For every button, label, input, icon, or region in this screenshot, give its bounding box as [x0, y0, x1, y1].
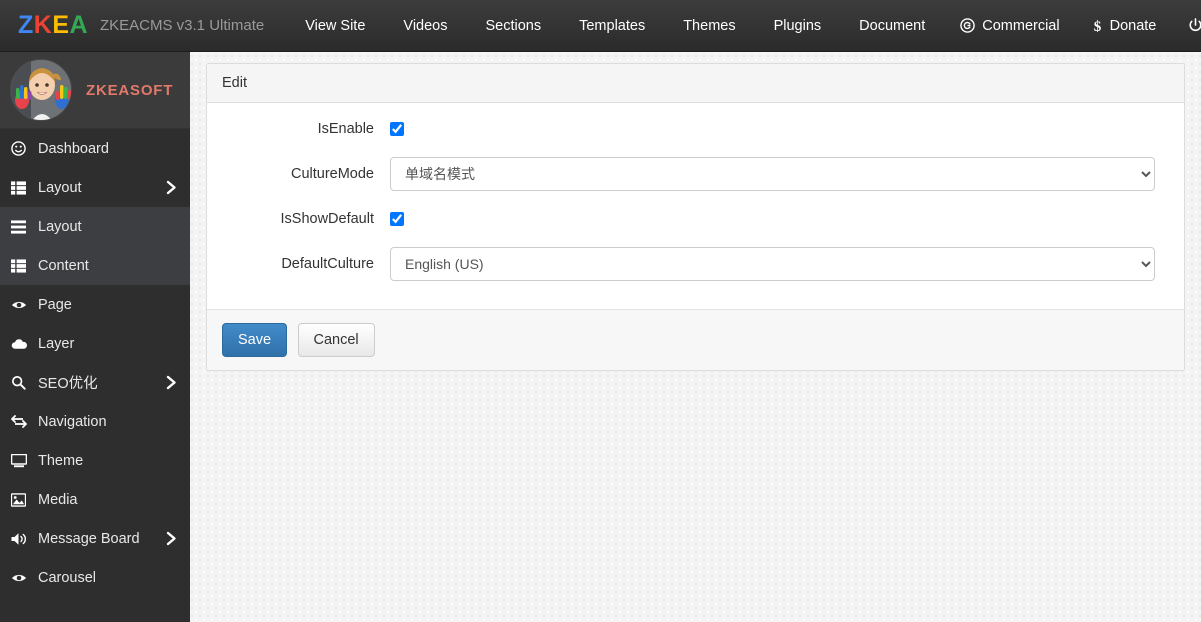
top-navbar: ZKEA ZKEACMS v3.1 Ultimate View Site Vid… [0, 0, 1201, 52]
image-icon [11, 492, 31, 507]
culturemode-select[interactable]: 单域名模式 [390, 157, 1155, 191]
sidebar-item-media[interactable]: Media [0, 480, 190, 519]
search-icon [11, 375, 31, 390]
panel-title: Edit [207, 64, 1184, 103]
app-version-label: ZKEACMS v3.1 Ultimate [100, 17, 265, 34]
dashboard-icon [11, 141, 31, 156]
sidebar-item-seo-label: SEO优化 [38, 376, 98, 392]
brand-letter-k: K [33, 11, 53, 39]
sidebar-item-dashboard-label: Dashboard [38, 140, 109, 157]
sidebar-item-seo[interactable]: SEO优化 [0, 363, 190, 402]
sidebar-item-page-label: Page [38, 296, 72, 313]
sidebar-item-dashboard[interactable]: Dashboard [0, 129, 190, 168]
cancel-button[interactable]: Cancel [297, 323, 375, 358]
panel-footer: Save Cancel [207, 309, 1184, 371]
sidebar-subitem-content-label: Content [38, 257, 89, 274]
isshowdefault-checkbox[interactable] [390, 212, 404, 226]
sidebar-menu-secondary: Page Layer SEO优化 Navigation Theme Media … [0, 285, 190, 597]
defaultculture-select[interactable]: English (US) [390, 247, 1155, 281]
sidebar-item-message-board[interactable]: Message Board [0, 519, 190, 558]
sidebar: ZKEASOFT Dashboard Layout Layout Content… [0, 52, 190, 622]
form-row-isshowdefault: IsShowDefault [222, 211, 1169, 227]
chevron-right-icon [165, 180, 178, 195]
nav-item-donate[interactable]: $ Donate [1076, 0, 1173, 52]
brand-letter-a: A [69, 11, 89, 39]
form-row-defaultculture: DefaultCulture English (US) [222, 247, 1169, 281]
profile-name: ZKEASOFT [86, 81, 174, 99]
sidebar-submenu-layout: Layout Content [0, 207, 190, 285]
nav-item-commercial[interactable]: Commercial [944, 0, 1075, 52]
power-off-icon [1188, 18, 1201, 33]
dollar-icon: $ [1092, 18, 1103, 34]
sidebar-subitem-content[interactable]: Content [0, 246, 190, 285]
sidebar-subitem-layout[interactable]: Layout [0, 207, 190, 246]
copyright-icon [960, 18, 976, 33]
nav-item-templates[interactable]: Templates [560, 0, 664, 52]
sidebar-item-carousel-label: Carousel [38, 569, 97, 586]
label-isshowdefault: IsShowDefault [280, 211, 375, 227]
nav-item-sign-out[interactable]: Sign Out [1172, 0, 1201, 52]
brand-letter-z: Z [18, 11, 34, 39]
form-row-culturemode: CultureMode 单域名模式 [222, 157, 1169, 191]
cloud-icon [11, 338, 31, 350]
th-list-icon [11, 180, 31, 195]
nav-item-themes[interactable]: Themes [664, 0, 754, 52]
th-list-icon [11, 258, 31, 273]
exchange-icon [11, 414, 31, 429]
eye-icon [11, 299, 31, 311]
sidebar-item-navigation-label: Navigation [38, 413, 107, 430]
sidebar-item-theme-label: Theme [38, 452, 84, 469]
chevron-right-icon [165, 375, 178, 390]
sidebar-item-carousel[interactable]: Carousel [0, 558, 190, 597]
sidebar-item-navigation[interactable]: Navigation [0, 402, 190, 441]
label-isenable: IsEnable [317, 121, 374, 137]
sidebar-item-layer-label: Layer [38, 335, 75, 352]
avatar [10, 59, 72, 121]
sidebar-item-layout[interactable]: Layout [0, 168, 190, 207]
nav-item-commercial-label: Commercial [982, 17, 1060, 34]
sidebar-subitem-layout-label: Layout [38, 218, 82, 235]
sidebar-item-layer[interactable]: Layer [0, 324, 190, 363]
sidebar-item-page[interactable]: Page [0, 285, 190, 324]
brand-letter-e: E [52, 11, 70, 39]
save-button[interactable]: Save [222, 323, 288, 358]
sidebar-menu-primary: Dashboard Layout [0, 129, 190, 207]
sidebar-item-media-label: Media [38, 491, 78, 508]
eye-icon [11, 572, 31, 584]
sidebar-item-layout-label: Layout [38, 179, 82, 196]
sidebar-profile[interactable]: ZKEASOFT [0, 52, 190, 129]
nav-item-plugins[interactable]: Plugins [755, 0, 841, 52]
nav-item-document[interactable]: Document [840, 0, 944, 52]
label-defaultculture: DefaultCulture [281, 256, 374, 272]
nav-item-view-site[interactable]: View Site [286, 0, 384, 52]
nav-item-sections[interactable]: Sections [466, 0, 560, 52]
sidebar-item-message-board-label: Message Board [38, 530, 140, 547]
form-row-isenable: IsEnable [222, 121, 1169, 137]
isenable-checkbox[interactable] [390, 122, 404, 136]
label-culturemode: CultureMode [290, 166, 374, 182]
nav-item-videos[interactable]: Videos [384, 0, 466, 52]
sidebar-item-theme[interactable]: Theme [0, 441, 190, 480]
chevron-right-icon [165, 531, 178, 546]
bars-icon [11, 219, 31, 234]
edit-panel: Edit IsEnable CultureMode 单域名模式 IsShowDe… [206, 63, 1185, 372]
brand-logo[interactable]: ZKEA [0, 13, 100, 38]
volume-up-icon [11, 532, 31, 546]
nav-item-donate-label: Donate [1109, 17, 1157, 34]
desktop-icon [11, 453, 31, 468]
svg-text:$: $ [1093, 19, 1101, 34]
navbar-menu: View Site Videos Sections Templates Them… [286, 0, 944, 52]
main-content: Edit IsEnable CultureMode 单域名模式 IsShowDe… [190, 52, 1201, 622]
edit-form: IsEnable CultureMode 单域名模式 IsShowDefault [207, 103, 1184, 309]
navbar-right-menu: Commercial $ Donate Sign Out [944, 0, 1201, 52]
